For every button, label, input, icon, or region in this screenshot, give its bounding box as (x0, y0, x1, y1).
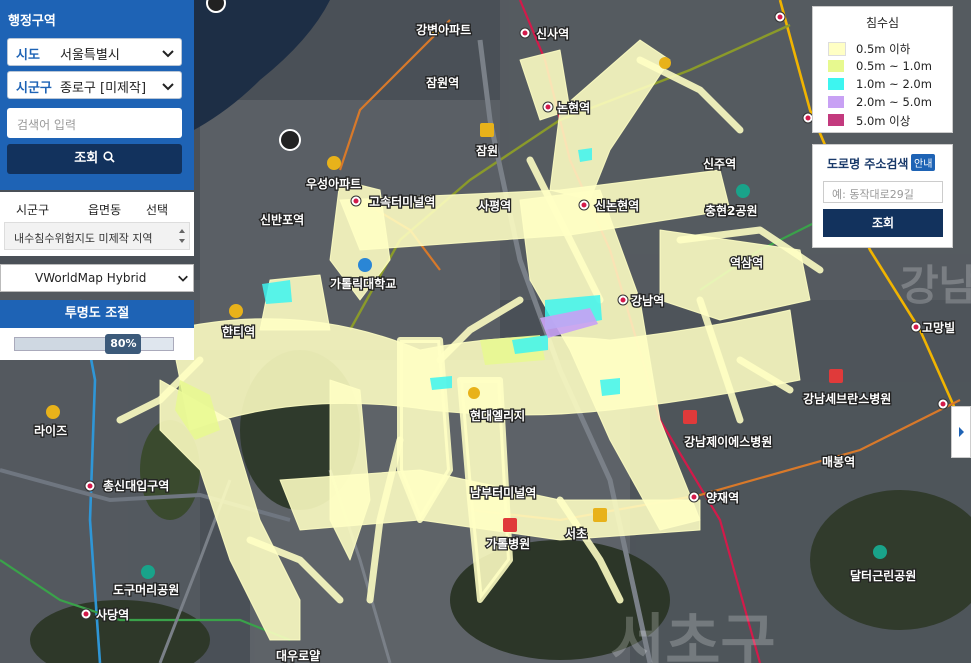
map-label: 서초 (565, 526, 587, 541)
map-label: 남부터미널역 (470, 485, 536, 500)
sigungu-value: 종로구 [미제작] (60, 81, 147, 96)
park-icon (736, 184, 750, 198)
side-panel-toggle[interactable] (951, 406, 971, 458)
sigungu-label: 시군구 (16, 81, 52, 96)
ic-icon (593, 508, 607, 522)
apartment-icon (659, 57, 671, 69)
admin-region-panel: 행정구역 시도 서울특별시 시군구 종로구 [미제작] 검색어 입력 조회 (0, 0, 194, 190)
park-icon (141, 565, 155, 579)
road-address-search: 도로명 주소검색 안내 예: 동작대로29길 조회 (812, 144, 953, 248)
table-cell: 내수침수위험지도 미제작 지역 (14, 232, 153, 245)
map-label: 강변아파트 (416, 22, 471, 37)
apartment-icon (468, 387, 480, 399)
poi-marker-icon (206, 0, 226, 13)
watermark-seocho: 서초구 (610, 608, 776, 663)
map-label: 사평역 (478, 198, 511, 213)
map-label: 신반포역 (260, 212, 304, 227)
legend-swatch (828, 96, 844, 108)
legend-swatch (828, 78, 844, 90)
map-label: 강남세브란스병원 (803, 391, 891, 406)
legend-label: 0.5m 이하 (856, 42, 911, 56)
hospital-icon (829, 369, 843, 383)
road-input-placeholder: 예: 동작대로29길 (832, 188, 914, 201)
map-label: 가톨병원 (486, 536, 530, 551)
help-badge[interactable]: 안내 (911, 154, 936, 171)
opacity-handle[interactable]: 80% (105, 334, 142, 354)
legend-title: 침수심 (865, 16, 900, 30)
basemap-select[interactable]: VWorldMap Hybrid (0, 264, 194, 292)
map-label: 사당역 (96, 607, 129, 622)
result-table: 시군구 읍면동 선택 내수침수위험지도 미제작 지역 (0, 192, 194, 256)
road-address-input[interactable]: 예: 동작대로29길 (823, 181, 943, 203)
tunnel-icon (279, 129, 301, 151)
legend-swatch (828, 114, 844, 126)
map-label: 고망빌 (922, 320, 955, 335)
opacity-panel: 투명도 조절 80% (0, 300, 194, 360)
map-label: 한티역 (222, 324, 255, 339)
scroll-arrows-icon[interactable] (177, 226, 187, 246)
map-label: 신논현역 (595, 198, 639, 213)
admin-panel-title: 행정구역 (8, 14, 56, 29)
road-search-button[interactable]: 조회 (823, 209, 943, 237)
apartment-icon (46, 405, 60, 419)
watermark-gangnam: 강남 (900, 261, 971, 310)
sido-label: 시도 (16, 48, 40, 63)
map-label: 강남역 (631, 293, 664, 308)
table-header: 읍면동 (88, 203, 122, 217)
apartment-icon (229, 304, 243, 318)
legend-swatch (828, 60, 844, 72)
search-input[interactable]: 검색어 입력 (7, 108, 182, 138)
chevron-right-icon (959, 427, 964, 437)
map-label: 잠원 (476, 143, 498, 158)
road-search-title: 도로명 주소검색 (827, 157, 909, 171)
legend-label: 5.0m 이상 (856, 114, 911, 128)
opacity-slider[interactable]: 80% (14, 334, 174, 354)
sigungu-select[interactable]: 시군구 종로구 [미제작] (7, 71, 182, 99)
sido-value: 서울특별시 (60, 48, 120, 63)
chevron-down-icon (178, 275, 188, 282)
map-label: 우성아파트 (306, 176, 361, 191)
table-header: 시군구 (16, 203, 50, 217)
map-label: 도구머리공원 (113, 582, 179, 597)
map-label: 현대엘리지 (470, 408, 525, 423)
map-label: 신주역 (703, 156, 736, 171)
map-label: 역삼역 (730, 255, 763, 270)
map-label: 총신대입구역 (103, 478, 169, 493)
map-label: 가톨릭대학교 (330, 276, 396, 291)
table-row[interactable]: 내수침수위험지도 미제작 지역 (4, 222, 190, 250)
map-label: 고속터미널역 (369, 194, 435, 209)
chevron-down-icon (162, 83, 174, 91)
map-label: 대우로얄 (276, 648, 320, 663)
school-icon (358, 258, 372, 272)
query-button[interactable]: 조회 (7, 144, 182, 174)
table-header: 선택 (146, 203, 169, 217)
map-label: 양재역 (706, 490, 739, 505)
legend-label: 1.0m ~ 2.0m (856, 77, 932, 91)
map-label: 신사역 (536, 26, 569, 41)
search-placeholder: 검색어 입력 (17, 118, 77, 132)
sido-select[interactable]: 시도 서울특별시 (7, 38, 182, 66)
chevron-down-icon (162, 50, 174, 58)
query-button-label: 조회 (74, 151, 99, 166)
hospital-icon (503, 518, 517, 532)
map-label: 강남제이에스병원 (684, 434, 772, 449)
park-icon (873, 545, 887, 559)
depth-legend: 침수심 0.5m 이하 0.5m ~ 1.0m 1.0m ~ 2.0m 2.0m… (812, 6, 953, 133)
apartment-icon (327, 156, 341, 170)
hospital-icon (683, 410, 697, 424)
map-label: 라이즈 (34, 423, 67, 438)
legend-label: 2.0m ~ 5.0m (856, 95, 932, 109)
map-label: 매봉역 (822, 454, 855, 469)
map-label: 달터근린공원 (850, 568, 916, 583)
basemap-value: VWorldMap Hybrid (35, 271, 147, 285)
legend-swatch (828, 42, 846, 56)
ic-icon (480, 123, 494, 137)
search-icon (103, 151, 115, 163)
opacity-title: 투명도 조절 (0, 300, 194, 328)
map-label: 충현2공원 (705, 203, 758, 218)
map-label: 논현역 (557, 100, 590, 115)
map-label: 잠원역 (426, 75, 459, 90)
legend-label: 0.5m ~ 1.0m (856, 59, 932, 73)
